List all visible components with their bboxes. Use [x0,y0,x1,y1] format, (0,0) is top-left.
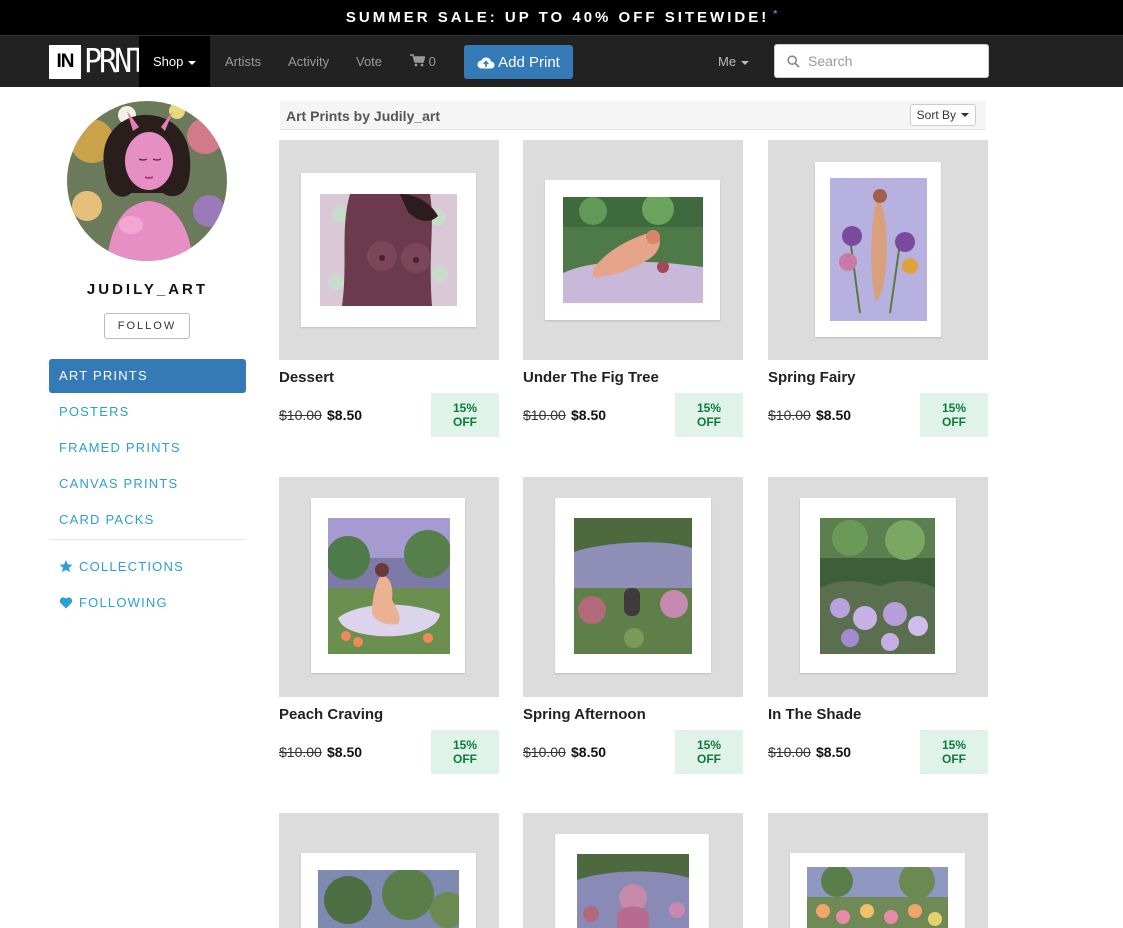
badge-off: OFF [942,415,966,429]
print-image [830,178,927,321]
chevron-down-icon [741,60,750,65]
print-thumbnail[interactable] [768,140,988,360]
discount-badge: 15% OFF [431,730,499,774]
chevron-down-icon [961,113,969,117]
print-title[interactable]: Under The Fig Tree [523,369,659,386]
avatar [67,101,227,261]
sidebar-item-following[interactable]: FOLLOWING [49,586,246,620]
nav-cart[interactable]: 0 [410,36,436,87]
promo-text: SUMMER SALE: UP TO 40% OFF SITEWIDE! [345,9,770,26]
sidebar-item-art-prints[interactable]: ART PRINTS [49,359,246,393]
badge-percent: 15% [696,401,722,415]
sidebar-item-framed-prints[interactable]: FRAMED PRINTS [49,431,246,465]
badge-percent: 15% [696,738,722,752]
print-thumbnail[interactable] [768,813,988,928]
discount-badge: 15% OFF [920,730,988,774]
cloud-upload-icon [477,56,495,68]
search-box[interactable] [774,44,989,78]
star-icon [59,560,73,573]
price-original: $10.00 [279,744,322,760]
print-title[interactable]: Dessert [279,369,334,386]
price-sale: $8.50 [816,407,852,423]
price-original: $10.00 [768,744,811,760]
promo-marker: * [773,9,778,20]
cart-count: 0 [428,54,436,69]
print-image [320,194,457,306]
badge-off: OFF [697,415,721,429]
print-image [328,518,450,654]
sidebar-item-canvas-prints[interactable]: CANVAS PRINTS [49,467,246,501]
sidebar-item-collections[interactable]: COLLECTIONS [49,550,246,584]
discount-badge: 15% OFF [675,730,743,774]
nav-me-dropdown[interactable]: Me [718,36,750,87]
print-image [820,518,935,654]
prints-header: Art Prints by Judily_art Sort By [280,101,986,130]
print-thumbnail[interactable] [279,140,499,360]
logo-in: IN [49,45,81,79]
sidebar-item-posters[interactable]: POSTERS [49,395,246,429]
promo-banner[interactable]: SUMMER SALE: UP TO 40% OFF SITEWIDE! * [0,0,1123,35]
badge-percent: 15% [452,401,478,415]
nav-me-label: Me [718,54,737,69]
profile-username: JUDILY_ART [86,281,209,298]
cart-icon [410,54,426,67]
price-sale: $8.50 [571,744,607,760]
price-sale: $8.50 [816,744,852,760]
search-input[interactable] [808,53,978,69]
badge-off: OFF [453,752,477,766]
badge-percent: 15% [941,401,967,415]
inprnt-logo[interactable]: IN PRNT [49,42,147,81]
price-original: $10.00 [523,744,566,760]
badge-percent: 15% [941,738,967,752]
print-image [807,867,948,928]
nav-activity[interactable]: Activity [288,36,329,87]
price-sale: $8.50 [571,407,607,423]
print-title[interactable]: Spring Fairy [768,369,856,386]
add-print-button[interactable]: Add Print [464,45,573,79]
nav-vote[interactable]: Vote [356,36,382,87]
sidebar-divider [49,539,246,540]
badge-off: OFF [697,752,721,766]
print-image [574,518,692,654]
discount-badge: 15% OFF [431,393,499,437]
print-title[interactable]: Spring Afternoon [523,706,646,723]
price-sale: $8.50 [327,744,363,760]
add-print-label: Add Print [498,53,560,71]
price-original: $10.00 [279,407,322,423]
heart-icon [59,597,73,609]
sidebar-collections-label: COLLECTIONS [79,559,184,574]
chevron-down-icon [188,60,197,65]
print-image [577,854,689,928]
logo-prnt: PRNT [84,42,147,81]
print-thumbnail[interactable] [279,813,499,928]
nav-shop-dropdown[interactable]: Shop [139,36,210,87]
nav-shop-label: Shop [153,54,184,69]
search-icon [787,54,800,68]
sort-by-dropdown[interactable]: Sort By [909,104,976,126]
price-original: $10.00 [768,407,811,423]
nav-artists[interactable]: Artists [225,36,261,87]
print-title[interactable]: In The Shade [768,706,861,723]
print-image [563,197,703,303]
page-title: Art Prints by Judily_art [286,108,441,124]
print-thumbnail[interactable] [279,477,499,697]
print-image [318,870,459,928]
badge-percent: 15% [452,738,478,752]
follow-button[interactable]: FOLLOW [104,313,190,339]
print-title[interactable]: Peach Craving [279,706,383,723]
price-sale: $8.50 [327,407,363,423]
sidebar-following-label: FOLLOWING [79,595,168,610]
price-original: $10.00 [523,407,566,423]
print-thumbnail[interactable] [768,477,988,697]
sidebar-item-card-packs[interactable]: CARD PACKS [49,503,246,537]
badge-off: OFF [942,752,966,766]
print-thumbnail[interactable] [523,477,743,697]
print-thumbnail[interactable] [523,813,743,928]
badge-off: OFF [453,415,477,429]
discount-badge: 15% OFF [675,393,743,437]
discount-badge: 15% OFF [920,393,988,437]
top-navbar: IN PRNT Shop Artists Activity Vote 0 Add… [0,35,1123,87]
print-thumbnail[interactable] [523,140,743,360]
sort-by-label: Sort By [916,108,956,122]
